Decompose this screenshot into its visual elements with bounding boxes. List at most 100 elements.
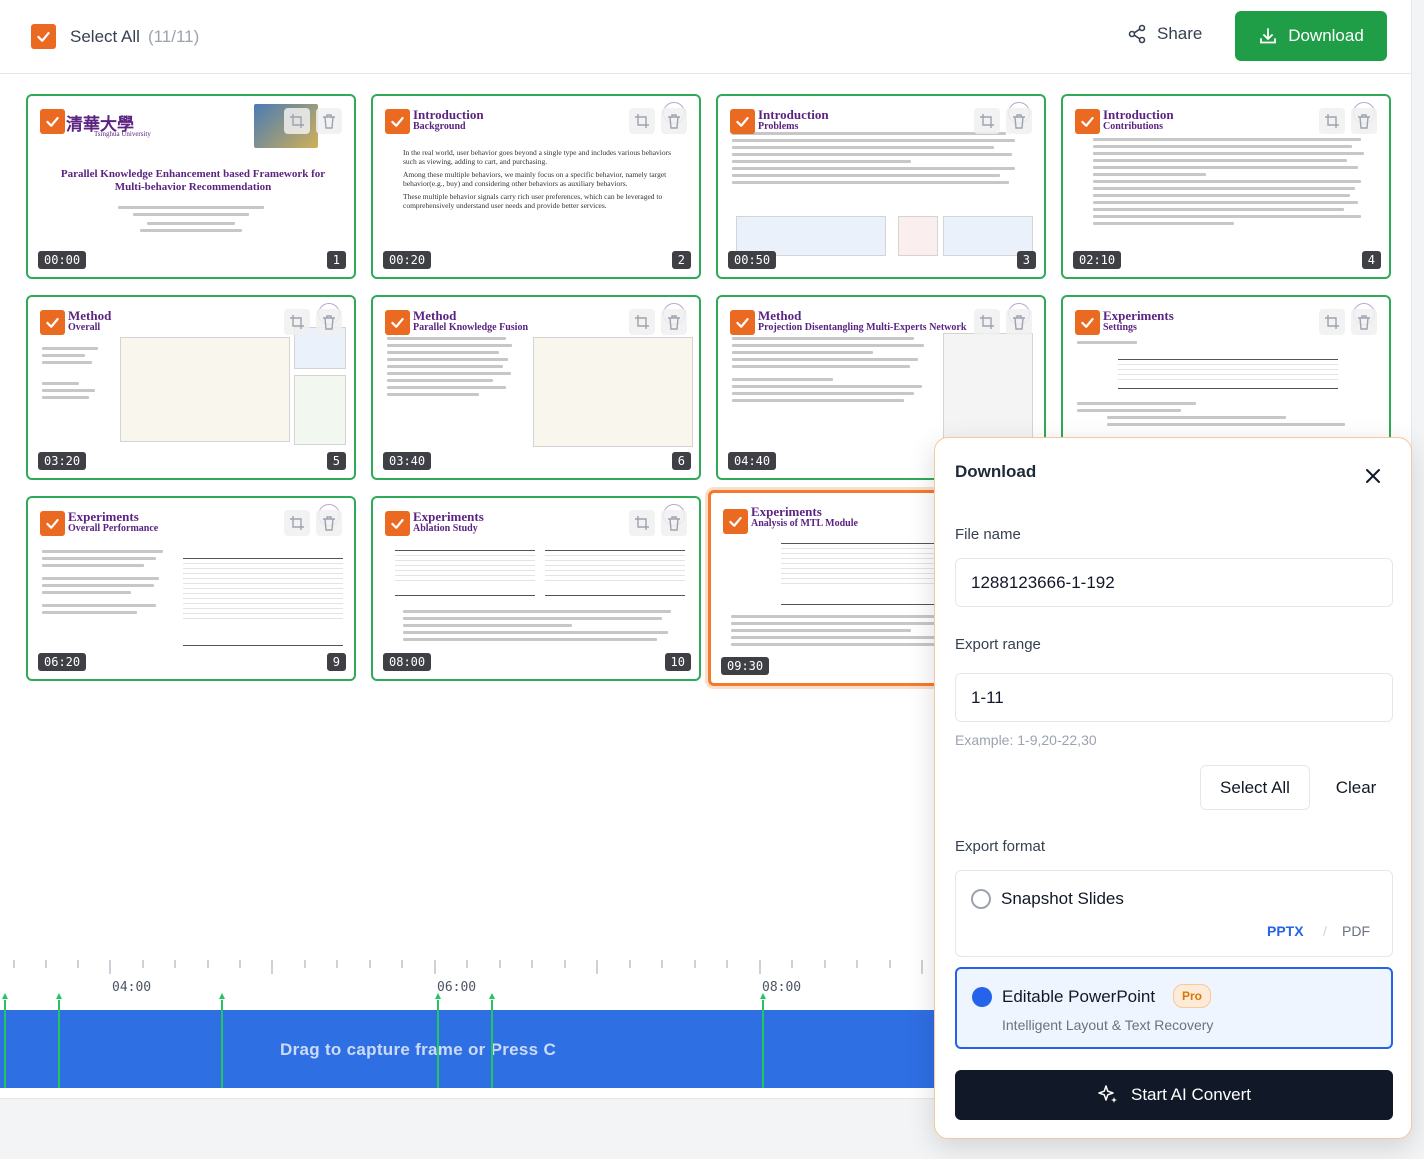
crop-icon[interactable] [629,309,655,335]
slide-timestamp: 09:30 [721,657,770,675]
frame-marker[interactable] [762,1000,764,1088]
crop-icon[interactable] [629,108,655,134]
crop-icon[interactable] [974,309,1000,335]
crop-icon[interactable] [284,510,310,536]
slide-checkbox[interactable] [40,109,65,134]
slide-checkbox[interactable] [730,109,755,134]
trash-icon[interactable] [661,510,687,536]
frame-marker-handle[interactable] [219,993,225,999]
frame-marker[interactable] [491,1000,493,1088]
file-name-input[interactable] [955,558,1393,607]
slide-checkbox[interactable] [385,109,410,134]
trash-icon[interactable] [1351,309,1377,335]
share-button[interactable]: Share [1127,24,1202,44]
editable-radio[interactable] [972,987,992,1007]
slide-card[interactable]: Introduction Background In the real worl… [371,94,701,279]
slide-card[interactable]: Experiments Ablation Study 08:00 10 [371,496,701,681]
check-icon [31,24,56,49]
crop-icon[interactable] [629,510,655,536]
frame-marker[interactable] [58,1000,60,1088]
slide-bullet: Among these multiple behaviors, we mainl… [403,170,667,188]
slide-number: 4 [1361,251,1381,269]
select-all-button[interactable]: Select All [1200,765,1310,810]
slide-number: 9 [326,653,346,671]
slide-number: 10 [664,653,691,671]
trash-icon[interactable] [1006,309,1032,335]
crop-icon[interactable] [1319,108,1345,134]
table [183,558,343,646]
slide-checkbox[interactable] [730,310,755,335]
pro-badge: Pro [1173,984,1212,1008]
vertical-scrollbar[interactable] [1411,0,1424,1159]
slide-timestamp: 03:40 [383,452,432,470]
export-range-help: Example: 1-9,20-22,30 [955,732,1097,748]
crop-icon[interactable] [1319,309,1345,335]
slide-subtitle: Analysis of MTL Module [751,518,858,529]
trash-icon[interactable] [1006,108,1032,134]
frame-marker-handle[interactable] [435,993,441,999]
slide-checkbox[interactable] [1075,109,1100,134]
frame-marker-handle[interactable] [2,993,8,999]
snapshot-radio[interactable] [971,889,991,909]
snapshot-slides-option[interactable]: Snapshot Slides PPTX / PDF [955,870,1393,957]
export-format-label: Export format [955,838,1046,855]
trash-icon[interactable] [316,309,342,335]
slide-title: Experiments [68,509,139,524]
timeline-label: 04:00 [112,980,152,995]
trash-icon[interactable] [1351,108,1377,134]
slide-title: Experiments [751,504,822,519]
editable-powerpoint-option[interactable]: Editable PowerPoint Pro Intelligent Layo… [955,967,1393,1049]
slide-checkbox[interactable] [385,310,410,335]
frame-marker-handle[interactable] [56,993,62,999]
download-button[interactable]: Download [1235,11,1387,61]
slide-title: Introduction [758,107,829,122]
slide-timestamp: 04:40 [728,452,777,470]
frame-marker[interactable] [4,1000,6,1088]
slide-card[interactable]: Experiments Overall Performance 06:20 9 [26,496,356,681]
slide-checkbox[interactable] [40,511,65,536]
frame-marker-handle[interactable] [489,993,495,999]
close-icon[interactable] [1363,466,1383,486]
slide-number: 5 [326,452,346,470]
export-range-input[interactable] [955,673,1393,722]
slide-checkbox[interactable] [40,310,65,335]
format-pptx[interactable]: PPTX [1267,923,1304,939]
slide-card[interactable]: 清華大學 Tsinghua University Parallel Knowle… [26,94,356,279]
slide-timestamp: 08:00 [383,653,432,671]
figure [533,337,693,447]
frame-marker-handle[interactable] [760,993,766,999]
export-range-label: Export range [955,636,1041,653]
clear-button[interactable]: Clear [1325,765,1387,810]
trash-icon[interactable] [661,309,687,335]
slide-card[interactable]: Method Overall 03:20 5 [26,295,356,480]
slide-checkbox[interactable] [1075,310,1100,335]
sparkle-icon [1098,1085,1117,1103]
trash-icon[interactable] [316,108,342,134]
slide-number: 2 [671,251,691,269]
crop-icon[interactable] [284,309,310,335]
slide-title: Introduction [413,107,484,122]
select-all-label: Select All [70,26,140,46]
frame-marker[interactable] [437,1000,439,1088]
slide-timestamp: 06:20 [38,653,87,671]
start-ai-convert-button[interactable]: Start AI Convert [955,1070,1393,1120]
figure [294,375,346,445]
trash-icon[interactable] [316,510,342,536]
slide-card[interactable]: Introduction Problems 00:50 3 [716,94,1046,279]
share-icon [1128,24,1146,44]
slide-number: 6 [671,452,691,470]
editable-description: Intelligent Layout & Text Recovery [1002,1017,1214,1033]
slide-checkbox[interactable] [723,509,748,534]
slide-bullet: These multiple behavior signals carry ri… [403,192,663,210]
crop-icon[interactable] [974,108,1000,134]
figure [736,216,886,256]
format-pdf[interactable]: PDF [1342,923,1370,939]
slide-subtitle: Contributions [1103,121,1164,132]
trash-icon[interactable] [661,108,687,134]
slide-checkbox[interactable] [385,511,410,536]
slide-card[interactable]: Introduction Contributions 02:10 4 [1061,94,1391,279]
select-all-checkbox[interactable]: Select All (11/11) [31,24,199,49]
frame-marker[interactable] [221,1000,223,1088]
crop-icon[interactable] [284,108,310,134]
slide-card[interactable]: Method Parallel Knowledge Fusion 03:40 6 [371,295,701,480]
